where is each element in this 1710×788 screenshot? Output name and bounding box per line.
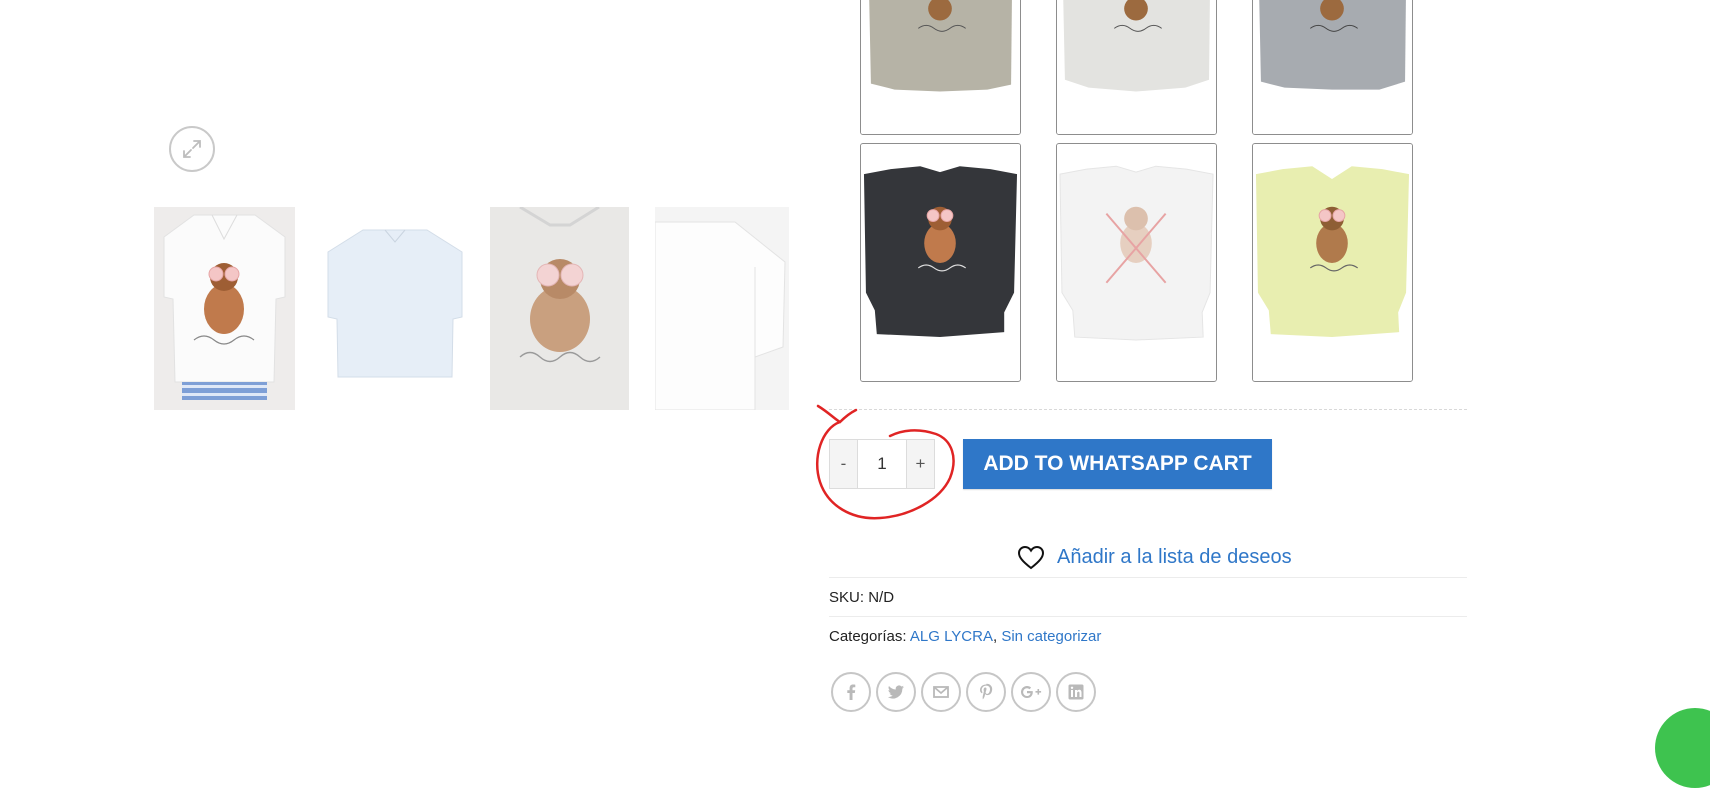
- variation-swatch-olive[interactable]: [860, 0, 1021, 135]
- category-link-sin-categorizar[interactable]: Sin categorizar: [1001, 628, 1101, 645]
- wishlist-label: Añadir a la lista de deseos: [1057, 546, 1292, 568]
- category-link-alg-lycra[interactable]: ALG LYCRA: [910, 628, 993, 645]
- categories-label: Categorías:: [829, 628, 907, 645]
- facebook-icon[interactable]: [831, 672, 871, 712]
- tshirt-olive-image: [861, 0, 1020, 134]
- sku-value: N/D: [868, 589, 895, 606]
- meta-divider-middle: [829, 616, 1467, 617]
- meta-divider-top: [829, 577, 1467, 578]
- gallery-thumbnail-1[interactable]: [154, 207, 295, 410]
- sku-row: SKU: N/D: [829, 589, 894, 606]
- category-separator: ,: [992, 628, 998, 645]
- sku-label: SKU:: [829, 589, 865, 606]
- categories-row: Categorías: ALG LYCRA, Sin categorizar: [829, 628, 1101, 645]
- tshirt-white-image: [1057, 144, 1216, 381]
- tshirt-flat-image: [325, 207, 465, 410]
- email-icon[interactable]: [921, 672, 961, 712]
- tshirt-light-grey-image: [1057, 0, 1216, 134]
- google-plus-icon[interactable]: [1011, 672, 1051, 712]
- pinterest-icon[interactable]: [966, 672, 1006, 712]
- quantity-input[interactable]: [858, 439, 906, 489]
- tshirt-sleeve-image: [655, 207, 789, 410]
- add-to-whatsapp-cart-button[interactable]: ADD TO WHATSAPP CART: [963, 439, 1272, 489]
- gallery-thumbnail-2[interactable]: [325, 207, 465, 410]
- variation-swatch-light-grey[interactable]: [1056, 0, 1217, 135]
- variation-swatch-white-unavailable[interactable]: [1056, 143, 1217, 382]
- add-to-wishlist-link[interactable]: Añadir a la lista de deseos: [1017, 545, 1292, 570]
- variation-swatch-lime[interactable]: [1252, 143, 1413, 382]
- expand-gallery-button[interactable]: [169, 126, 215, 172]
- expand-icon: [183, 140, 201, 158]
- tshirt-black-image: [861, 144, 1020, 381]
- gallery-thumbnail-3[interactable]: [490, 207, 629, 410]
- tshirt-model-image: [154, 207, 295, 410]
- tshirt-lime-image: [1253, 144, 1412, 381]
- quantity-increase-button[interactable]: +: [906, 439, 935, 489]
- share-icons: [831, 672, 1096, 712]
- variation-swatch-black[interactable]: [860, 143, 1021, 382]
- twitter-icon[interactable]: [876, 672, 916, 712]
- tshirt-print-closeup-image: [490, 207, 629, 410]
- heart-icon: [1017, 545, 1045, 570]
- tshirt-blue-grey-image: [1253, 0, 1412, 134]
- quantity-stepper: - +: [829, 439, 935, 489]
- variations-divider: [829, 409, 1467, 410]
- variation-swatch-blue-grey[interactable]: [1252, 0, 1413, 135]
- gallery-thumbnail-4[interactable]: [655, 207, 789, 410]
- linkedin-icon[interactable]: [1056, 672, 1096, 712]
- quantity-decrease-button[interactable]: -: [829, 439, 858, 489]
- whatsapp-chat-bubble[interactable]: [1655, 708, 1710, 788]
